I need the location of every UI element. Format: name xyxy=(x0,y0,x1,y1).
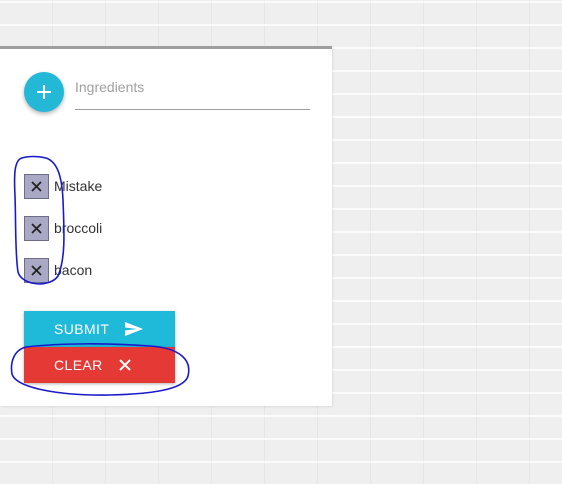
ingredient-input[interactable] xyxy=(75,69,310,95)
clear-button[interactable]: CLEAR xyxy=(24,347,175,383)
add-ingredient-button[interactable] xyxy=(24,72,64,112)
ingredients-card: Mistake broccoli bacon SUBMIT CLEAR xyxy=(0,46,332,406)
ingredient-label: broccoli xyxy=(54,220,103,236)
close-icon xyxy=(31,264,42,276)
list-item: bacon xyxy=(24,249,102,291)
plus-icon xyxy=(37,85,51,99)
delete-ingredient-button[interactable] xyxy=(24,257,49,283)
close-icon xyxy=(118,359,131,371)
close-icon xyxy=(31,222,42,234)
ingredient-label: Mistake xyxy=(54,178,103,194)
submit-button[interactable]: SUBMIT xyxy=(24,311,175,347)
ingredient-label: bacon xyxy=(54,262,93,278)
send-icon xyxy=(125,322,144,336)
ingredient-list: Mistake broccoli bacon xyxy=(24,165,102,291)
ingredient-field xyxy=(75,69,310,110)
close-icon xyxy=(31,180,42,192)
delete-ingredient-button[interactable] xyxy=(24,173,49,199)
clear-label: CLEAR xyxy=(54,357,103,373)
delete-ingredient-button[interactable] xyxy=(24,215,49,241)
list-item: broccoli xyxy=(24,207,102,249)
list-item: Mistake xyxy=(24,165,102,207)
submit-label: SUBMIT xyxy=(54,321,110,337)
